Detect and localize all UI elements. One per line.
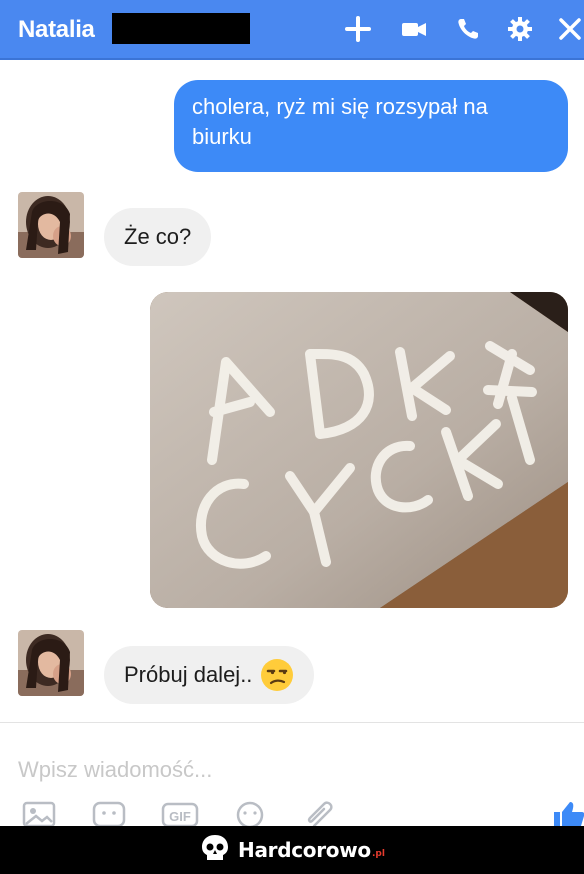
unamused-face-icon	[260, 658, 294, 692]
message-text: Że co?	[124, 224, 192, 249]
gif-label: GIF	[169, 809, 191, 824]
emoji-icon[interactable]	[230, 800, 270, 829]
phone-icon[interactable]	[452, 13, 484, 45]
gear-icon[interactable]	[504, 13, 536, 45]
close-icon[interactable]	[554, 13, 584, 45]
outgoing-message-bubble[interactable]: cholera, ryż mi się rozsypał na biurku	[174, 80, 568, 172]
composer-divider	[0, 722, 584, 723]
message-text: Próbuj dalej..	[124, 662, 253, 687]
attachment-icon[interactable]	[300, 800, 340, 828]
message-text: cholera, ryż mi się rozsypał na biurku	[192, 94, 488, 149]
incoming-message-bubble[interactable]: Że co?	[104, 208, 212, 266]
chat-header: Natalia	[0, 0, 584, 60]
redacted-surname-block	[112, 13, 250, 44]
like-icon[interactable]	[548, 800, 584, 828]
shared-photo[interactable]	[150, 292, 568, 608]
image-icon[interactable]	[20, 800, 60, 828]
sticker-icon[interactable]	[90, 800, 130, 828]
plus-icon[interactable]	[342, 13, 374, 45]
avatar[interactable]	[18, 630, 84, 696]
gif-icon[interactable]: GIF	[160, 800, 200, 828]
video-camera-icon[interactable]	[398, 13, 430, 45]
watermark-suffix: .pl	[372, 849, 385, 859]
contact-name[interactable]: Natalia	[18, 16, 95, 44]
skull-logo-icon	[198, 832, 232, 866]
watermark-text: Hardcorowo	[238, 838, 371, 862]
message-input[interactable]	[18, 752, 538, 788]
avatar[interactable]	[18, 192, 84, 258]
incoming-message-bubble[interactable]: Próbuj dalej..	[104, 646, 315, 704]
